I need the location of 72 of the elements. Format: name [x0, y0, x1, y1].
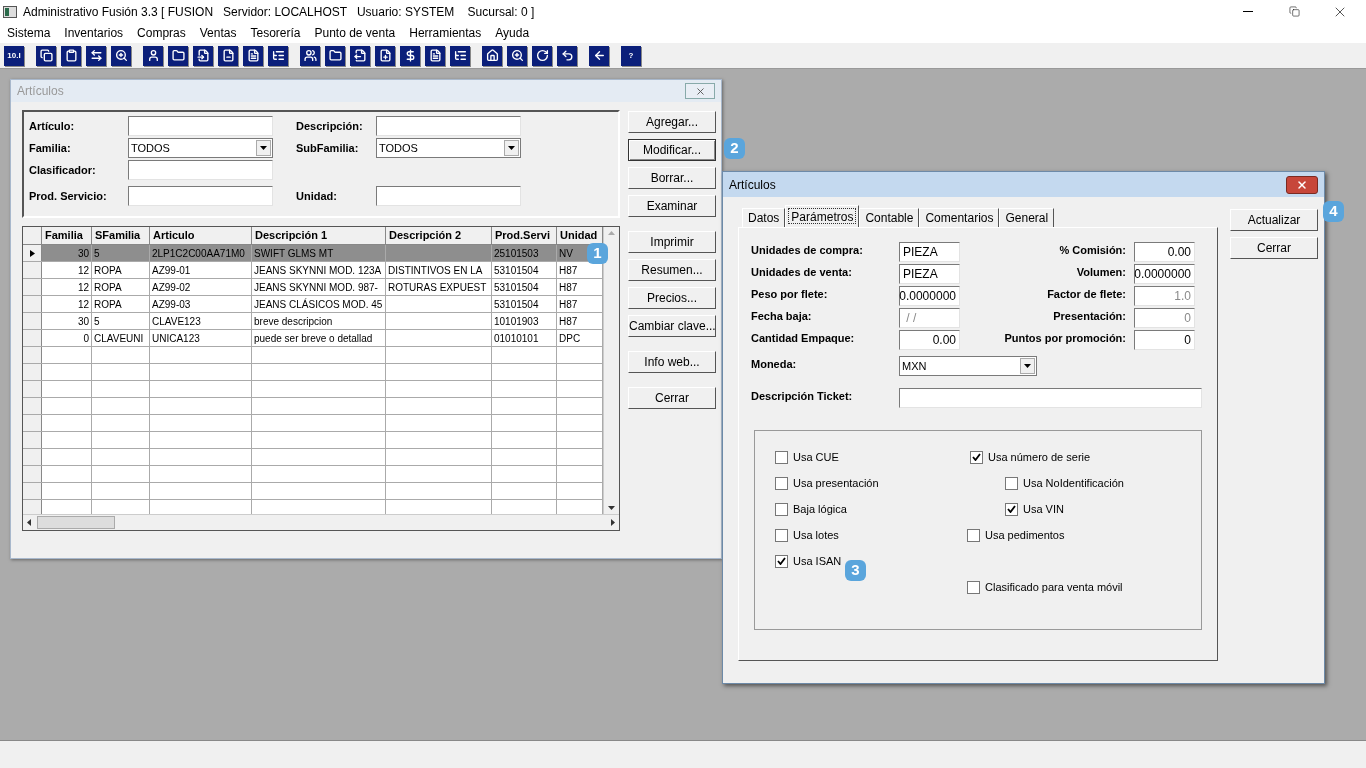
field-label: Unidad: [296, 189, 338, 204]
table-cell: AZ99-03 [152, 297, 191, 311]
table-cell: AZ99-02 [152, 280, 191, 294]
checkbox-label: Usa presentación [793, 475, 879, 491]
field-label: Fecha baja: [751, 309, 813, 324]
table-cell: 12 [77, 280, 89, 294]
checkbox-label: Usa VIN [1023, 501, 1064, 517]
table-cell: 12 [77, 263, 89, 277]
field-label: SubFamilia: [296, 141, 360, 156]
field-label: Descripción: [296, 119, 364, 134]
table-cell: 5 [94, 314, 100, 328]
table-cell: DISTINTIVOS EN LA [388, 263, 483, 277]
table-cell: JEANS SKYNNI MOD. 123A [254, 263, 382, 277]
table-cell: H87 [559, 263, 578, 277]
checkbox-label: Clasificado para venta móvil [985, 579, 1123, 595]
table-cell: ROPA [94, 297, 122, 311]
table-cell: JEANS CLÁSICOS MOD. 45 [254, 297, 383, 311]
callout-tooltip: 4 [1323, 201, 1344, 222]
field-label: Moneda: [751, 357, 798, 372]
table-cell: ROPA [94, 263, 122, 277]
callout-tooltip: 2 [724, 138, 745, 159]
table-cell: AZ99-01 [152, 263, 191, 277]
field-label: Descripción Ticket: [751, 389, 854, 404]
table-cell: UNICA123 [152, 331, 200, 345]
field-label: Unidades de venta: [751, 265, 853, 280]
table-cell: DPC [559, 331, 581, 345]
field-label: Clasificador: [29, 163, 97, 178]
table-cell: H87 [559, 297, 578, 311]
field-label: Prod. Servicio: [29, 189, 108, 204]
table-cell: SWIFT GLMS MT [254, 246, 334, 260]
table-cell: breve descripcion [254, 314, 333, 328]
field-label: Unidades de compra: [751, 243, 864, 258]
table-cell: 25101503 [494, 246, 539, 260]
table-cell: puede ser breve o detallad [254, 331, 373, 345]
checkbox-label: Usa pedimentos [985, 527, 1065, 543]
table-cell: H87 [559, 280, 578, 294]
field-label: Artículo: [29, 119, 76, 134]
table-cell: 12 [77, 297, 89, 311]
table-cell: JEANS SKYNNI MOD. 987- [254, 280, 378, 294]
checkbox-label: Usa NoIdentificación [1023, 475, 1124, 491]
window-title: Artículos [17, 83, 64, 100]
table-cell: 53101504 [494, 263, 539, 277]
checkbox-label: Usa lotes [793, 527, 839, 543]
field-label: Presentación: [1052, 309, 1127, 324]
table-cell: NV [559, 246, 573, 260]
checkbox-label: Usa número de serie [988, 449, 1091, 465]
table-cell: ROTURAS EXPUEST [388, 280, 487, 294]
checkbox-label: Usa CUE [793, 449, 839, 465]
checkbox-label: Usa ISAN [793, 553, 842, 569]
field-label: Peso por flete: [751, 287, 829, 302]
table-cell: H87 [559, 314, 578, 328]
table-cell: ROPA [94, 280, 122, 294]
table-cell: 53101504 [494, 297, 539, 311]
field-label: % Comisión: [1058, 243, 1127, 258]
field-label: Puntos por promoción: [1003, 331, 1127, 346]
field-label: Familia: [29, 141, 72, 156]
table-cell: 30 [77, 314, 89, 328]
table-cell: 53101504 [494, 280, 539, 294]
table-cell: CLAVE123 [152, 314, 201, 328]
window-title: Administrativo Fusión 3.3 [ FUSION Servidor: LOCALHOST Usuario: SYSTEM Sucursal: 0 ] [23, 3, 535, 21]
table-cell: 0 [83, 331, 89, 345]
table-cell: 30 [77, 246, 89, 260]
checkbox-label: Baja lógica [793, 501, 847, 517]
table-cell: 5 [94, 246, 100, 260]
field-label: Volumen: [1075, 265, 1127, 280]
table-cell: 2LP1C2C00AA71M0 [152, 246, 245, 260]
table-cell: CLAVEUNI [94, 331, 144, 345]
table-cell: 10101903 [494, 314, 539, 328]
field-label: Factor de flete: [1046, 287, 1127, 302]
window-title: Artículos [729, 176, 776, 194]
field-label: Cantidad Empaque: [751, 331, 856, 346]
table-cell: 01010101 [494, 331, 539, 345]
